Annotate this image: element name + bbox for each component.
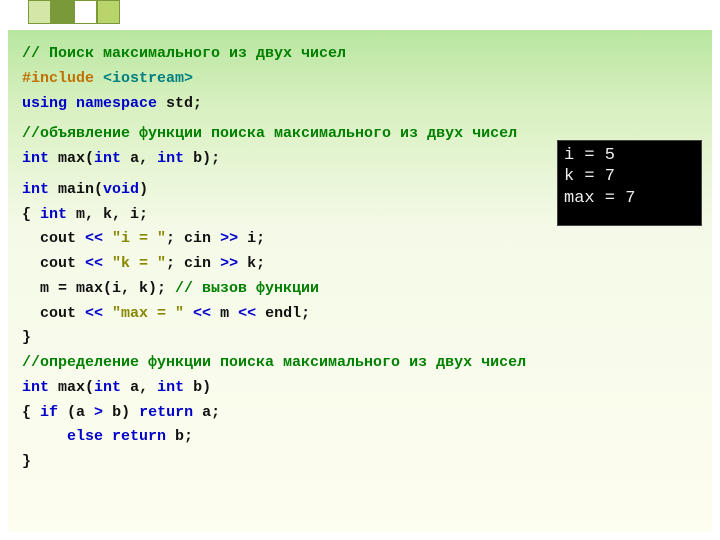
code-line: cout << "max = " << m << endl; (22, 302, 698, 327)
code-line: { if (a > b) return a; (22, 401, 698, 426)
code-line: cout << "k = "; cin >> k; (22, 252, 698, 277)
include-target: <iostream> (103, 70, 193, 87)
code-line: cout << "i = "; cin >> i; (22, 227, 698, 252)
console-row: k = 7 (564, 166, 695, 187)
code-line: // Поиск максимального из двух чисел (22, 42, 698, 67)
code-line: int max(int a, int b) (22, 376, 698, 401)
header-decoration (28, 0, 120, 24)
code-line: m = max(i, k); // вызов функции (22, 277, 698, 302)
comment: //определение функции поиска максимально… (22, 354, 526, 371)
code-line: #include <iostream> (22, 67, 698, 92)
comment: // Поиск максимального из двух чисел (22, 45, 346, 62)
console-output: i = 5 k = 7 max = 7 (557, 140, 702, 226)
code-line: //определение функции поиска максимально… (22, 351, 698, 376)
preproc: #include (22, 70, 103, 87)
console-row: max = 7 (564, 188, 695, 209)
comment: //объявление функции поиска максимальног… (22, 125, 517, 142)
code-panel: // Поиск максимального из двух чисел #in… (8, 30, 712, 532)
code-line: } (22, 450, 698, 475)
code-line: } (22, 326, 698, 351)
code-line: else return b; (22, 425, 698, 450)
code-line: using namespace std; (22, 92, 698, 117)
console-row: i = 5 (564, 145, 695, 166)
